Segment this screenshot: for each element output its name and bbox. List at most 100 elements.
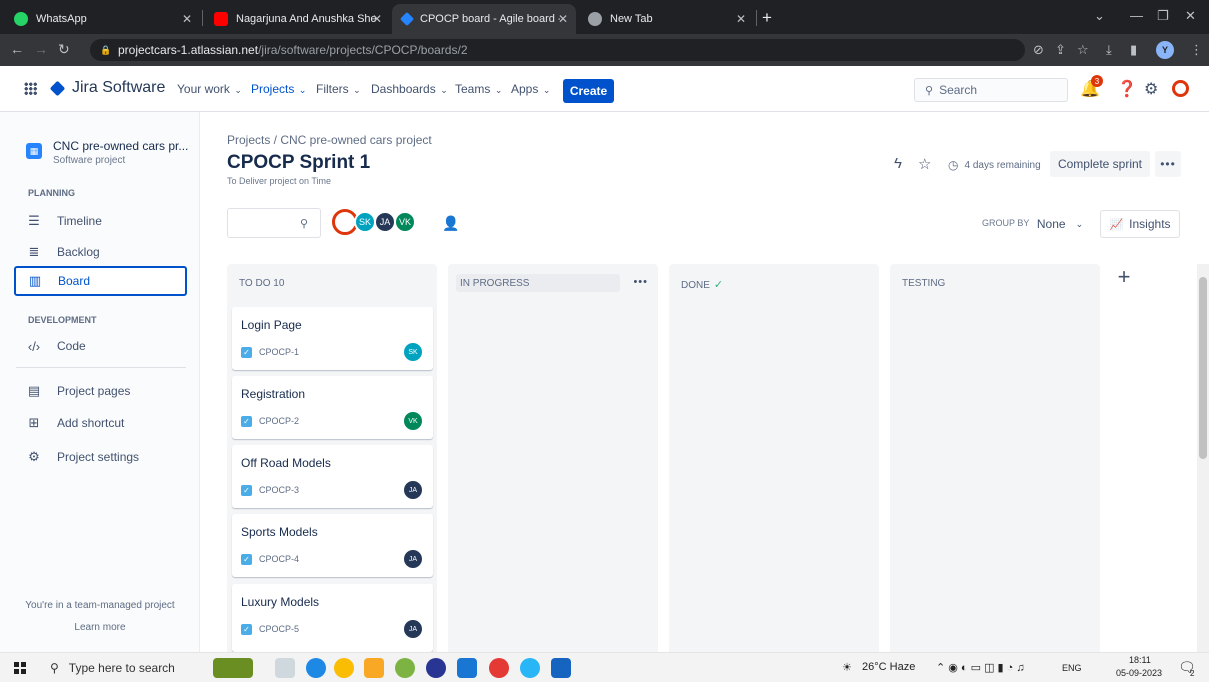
learn-more-link[interactable]: Learn more (0, 622, 200, 633)
tab-jira-board[interactable]: CPOCP board - Agile board - Jira ✕ (392, 4, 576, 34)
nav-teams[interactable]: Teams ⌄ (455, 82, 502, 96)
nav-apps[interactable]: Apps ⌄ (511, 82, 550, 96)
group-by-select[interactable]: None ⌄ (1029, 210, 1091, 238)
column-title: DONE ✓ (681, 279, 724, 291)
complete-sprint-button[interactable]: Complete sprint (1050, 151, 1150, 177)
word-icon[interactable] (551, 658, 571, 678)
widgets-icon[interactable] (213, 658, 253, 678)
weather-text[interactable]: 26°C Haze (862, 661, 915, 673)
nav-dashboards[interactable]: Dashboards ⌄ (371, 82, 448, 96)
card-assignee-avatar[interactable]: VK (404, 412, 422, 430)
eclipse-icon[interactable] (426, 658, 446, 678)
sidebar-item-board[interactable]: ▥ Board (14, 266, 187, 296)
add-people-icon[interactable]: 👤 (442, 215, 459, 232)
reload-icon[interactable]: ↻ (58, 41, 70, 58)
avatar-sk[interactable]: SK (354, 211, 376, 233)
tab-search-icon[interactable]: ⌄ (1094, 8, 1105, 24)
sidebar-item-backlog[interactable]: ≣ Backlog (15, 237, 188, 267)
close-icon[interactable]: ✕ (182, 12, 192, 26)
card-title: Registration (241, 387, 306, 401)
browser-tab-strip: WhatsApp ✕ Nagarjuna And Anushka Shetty … (0, 0, 1209, 34)
avatar-vk[interactable]: VK (394, 211, 416, 233)
tab-youtube[interactable]: Nagarjuna And Anushka Shetty R ✕ (204, 4, 390, 34)
issue-card[interactable]: Luxury Models ✓ CPOCP-5 JA (232, 584, 433, 652)
card-assignee-avatar[interactable]: JA (404, 550, 422, 568)
search-input[interactable]: ⚲ Search (914, 78, 1068, 102)
star-icon[interactable]: ☆ (918, 155, 931, 173)
skype-icon[interactable] (520, 658, 540, 678)
chrome-taskbar-icon[interactable] (334, 658, 354, 678)
avatar-ja[interactable]: JA (374, 211, 396, 233)
sidebar-item-add-shortcut[interactable]: ⊞ Add shortcut (15, 408, 188, 438)
card-assignee-avatar[interactable]: SK (404, 343, 422, 361)
tray-overflow-icon[interactable]: ⌃ ◉ ◐ ▭ ◫ ▮ ◔ ♫ (936, 661, 1025, 674)
new-tab-button[interactable]: + (762, 8, 772, 28)
close-icon[interactable]: ✕ (558, 12, 568, 26)
scrollbar-thumb[interactable] (1199, 277, 1207, 459)
project-name[interactable]: CNC pre-owned cars pr... (53, 139, 188, 153)
card-assignee-avatar[interactable]: JA (404, 620, 422, 638)
clock-date[interactable]: 05-09-2023 (1116, 668, 1162, 678)
file-explorer-icon[interactable] (364, 658, 384, 678)
profile-avatar[interactable]: Y (1156, 41, 1174, 59)
back-icon[interactable]: ← (10, 41, 24, 57)
side-panel-icon[interactable]: ▮ (1130, 42, 1137, 58)
edge-icon[interactable] (306, 658, 326, 678)
sidebar-item-project-pages[interactable]: ▤ Project pages (15, 376, 188, 406)
bookmark-star-icon[interactable]: ☆ (1077, 42, 1089, 58)
app-icon[interactable] (395, 658, 415, 678)
issue-card[interactable]: Registration ✓ CPOCP-2 VK (232, 376, 433, 439)
insights-button[interactable]: 📈 Insights (1100, 210, 1180, 238)
nav-projects[interactable]: Projects ⌄ (251, 82, 306, 96)
minimize-icon[interactable]: — (1130, 8, 1143, 23)
column-more-icon[interactable]: ••• (633, 276, 648, 288)
close-icon[interactable]: ✕ (736, 12, 746, 26)
chevron-down-icon: ⌄ (1075, 218, 1084, 229)
help-icon[interactable]: ❓ (1117, 79, 1137, 99)
lightning-icon[interactable]: ϟ (894, 155, 902, 172)
menu-kebab-icon[interactable]: ⋮ (1190, 42, 1203, 58)
share-icon[interactable]: ⇪ (1055, 42, 1066, 58)
tracking-icon[interactable]: ⊘ (1033, 42, 1044, 58)
settings-gear-icon: ⚙ (28, 449, 40, 464)
forward-icon[interactable]: → (34, 41, 48, 57)
language-indicator[interactable]: ENG (1062, 663, 1082, 673)
chrome-profile-icon[interactable] (489, 658, 509, 678)
vscode-icon[interactable] (457, 658, 477, 678)
settings-gear-icon[interactable]: ⚙ (1144, 79, 1158, 99)
clock-time[interactable]: 18:11 (1129, 655, 1151, 665)
more-options-icon[interactable]: ••• (1155, 151, 1181, 177)
chevron-down-icon: ⌄ (492, 85, 503, 95)
sidebar-item-code[interactable]: ‹/› Code (15, 331, 188, 361)
add-column-button[interactable]: + (1111, 264, 1137, 290)
jira-logo[interactable]: Jira Software (49, 79, 165, 97)
card-assignee-avatar[interactable]: JA (404, 481, 422, 499)
issue-card[interactable]: Login Page ✓ CPOCP-1 SK (232, 307, 433, 370)
nav-your-work[interactable]: Your work ⌄ (177, 82, 242, 96)
windows-start-icon[interactable] (14, 662, 26, 674)
task-view-icon[interactable] (275, 658, 295, 678)
development-heading: DEVELOPMENT (28, 315, 97, 325)
issue-card[interactable]: Off Road Models ✓ CPOCP-3 JA (232, 445, 433, 508)
address-bar[interactable]: 🔒 projectcars-1.atlassian.net /jira/soft… (90, 39, 1025, 61)
sidebar-item-project-settings[interactable]: ⚙ Project settings (15, 442, 188, 472)
download-icon[interactable]: ⤓ (1106, 42, 1112, 58)
sidebar-item-timeline[interactable]: ☰ Timeline (15, 206, 188, 236)
close-window-icon[interactable]: ✕ (1185, 8, 1196, 24)
tab-whatsapp[interactable]: WhatsApp ✕ (4, 4, 200, 34)
nav-filters[interactable]: Filters ⌄ (316, 82, 361, 96)
app-switcher-icon[interactable] (24, 82, 37, 95)
close-icon[interactable]: ✕ (372, 12, 382, 26)
restore-icon[interactable]: ❐ (1157, 8, 1169, 24)
issue-card[interactable]: Sports Models ✓ CPOCP-4 JA (232, 514, 433, 577)
taskbar-search-input[interactable]: ⚲ Type here to search (42, 653, 202, 683)
tab-new-tab[interactable]: New Tab ✕ (578, 4, 754, 34)
create-button[interactable]: Create (563, 79, 614, 103)
breadcrumb[interactable]: Projects / CNC pre-owned cars project (227, 133, 432, 147)
weather-sun-icon[interactable]: ☀ (842, 661, 852, 674)
lock-icon[interactable]: 🔒 (100, 45, 111, 55)
notification-badge: 3 (1091, 75, 1103, 87)
chevron-down-icon: ⌄ (437, 85, 448, 95)
board-search-input[interactable]: ⚲ (227, 208, 321, 238)
user-avatar[interactable] (1172, 80, 1189, 97)
